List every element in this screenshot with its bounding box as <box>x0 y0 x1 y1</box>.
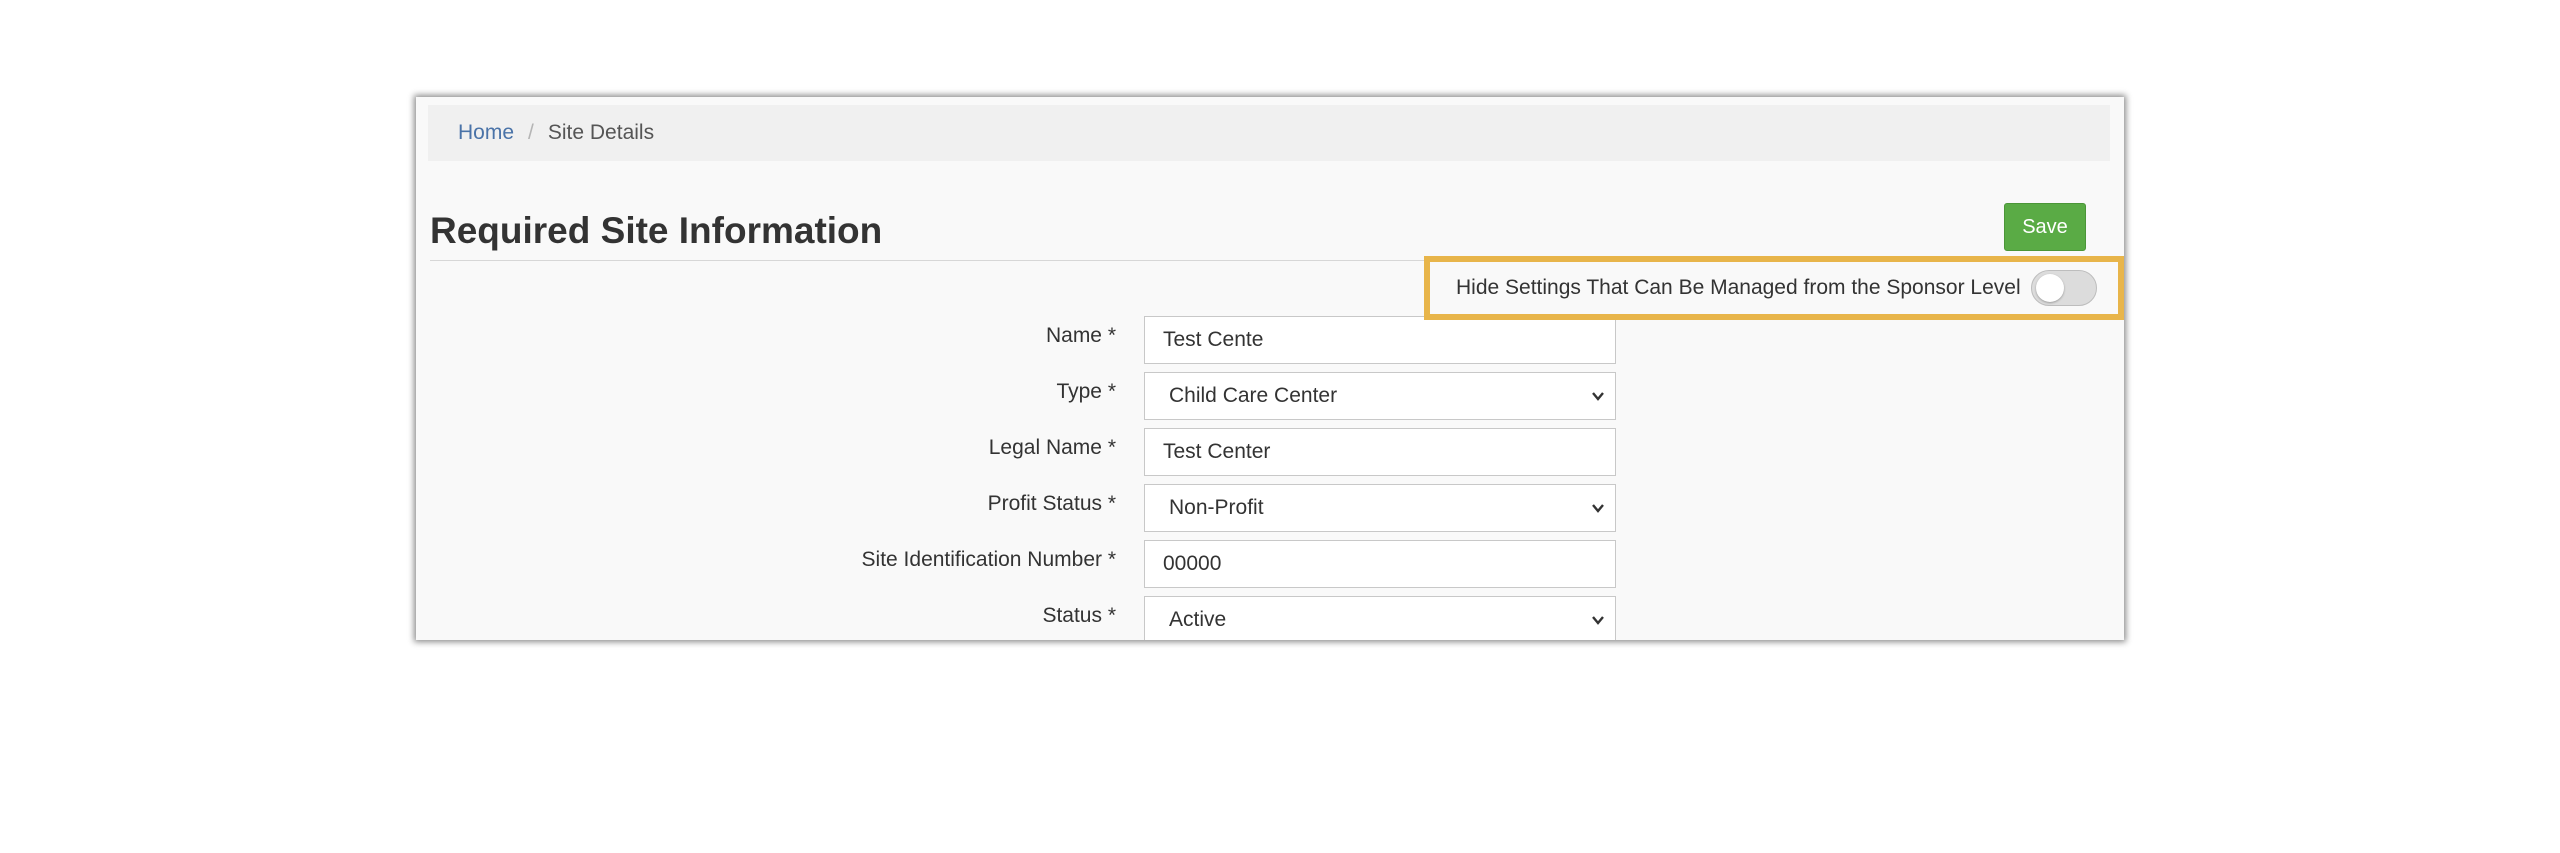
type-label: Type * <box>1056 380 1116 403</box>
status-label: Status * <box>1042 604 1116 627</box>
name-label: Name * <box>1045 324 1116 347</box>
chevron-down-icon <box>1592 392 1604 401</box>
type-select[interactable]: Child Care Center <box>1144 372 1616 420</box>
page-title: Required Site Information <box>430 210 883 251</box>
breadcrumb-current: Site Details <box>547 121 655 144</box>
status-select[interactable]: Active <box>1144 596 1616 640</box>
breadcrumb-home-link[interactable]: Home <box>458 121 514 145</box>
chevron-down-icon <box>1592 616 1604 625</box>
chevron-down-icon <box>1592 504 1604 513</box>
site-id-label: Site Identification Number * <box>861 548 1116 571</box>
name-input[interactable]: Test Cente <box>1144 316 1616 364</box>
profit-status-label: Profit Status * <box>987 492 1116 515</box>
breadcrumb-separator: / <box>528 121 534 144</box>
status-select-value: Active <box>1169 608 1227 631</box>
legal-name-label: Legal Name * <box>988 436 1116 459</box>
breadcrumb: Home / Site Details <box>428 105 2110 161</box>
legal-name-input[interactable]: Test Center <box>1144 428 1616 476</box>
save-button[interactable]: Save <box>2004 203 2086 251</box>
type-select-value: Child Care Center <box>1169 384 1338 407</box>
profit-status-select-value: Non-Profit <box>1169 496 1264 519</box>
highlight-callout <box>1424 256 2124 320</box>
profit-status-select[interactable]: Non-Profit <box>1144 484 1616 532</box>
site-details-panel: Home / Site Details Required Site Inform… <box>416 97 2124 640</box>
site-id-input[interactable]: 00000 <box>1144 540 1616 588</box>
